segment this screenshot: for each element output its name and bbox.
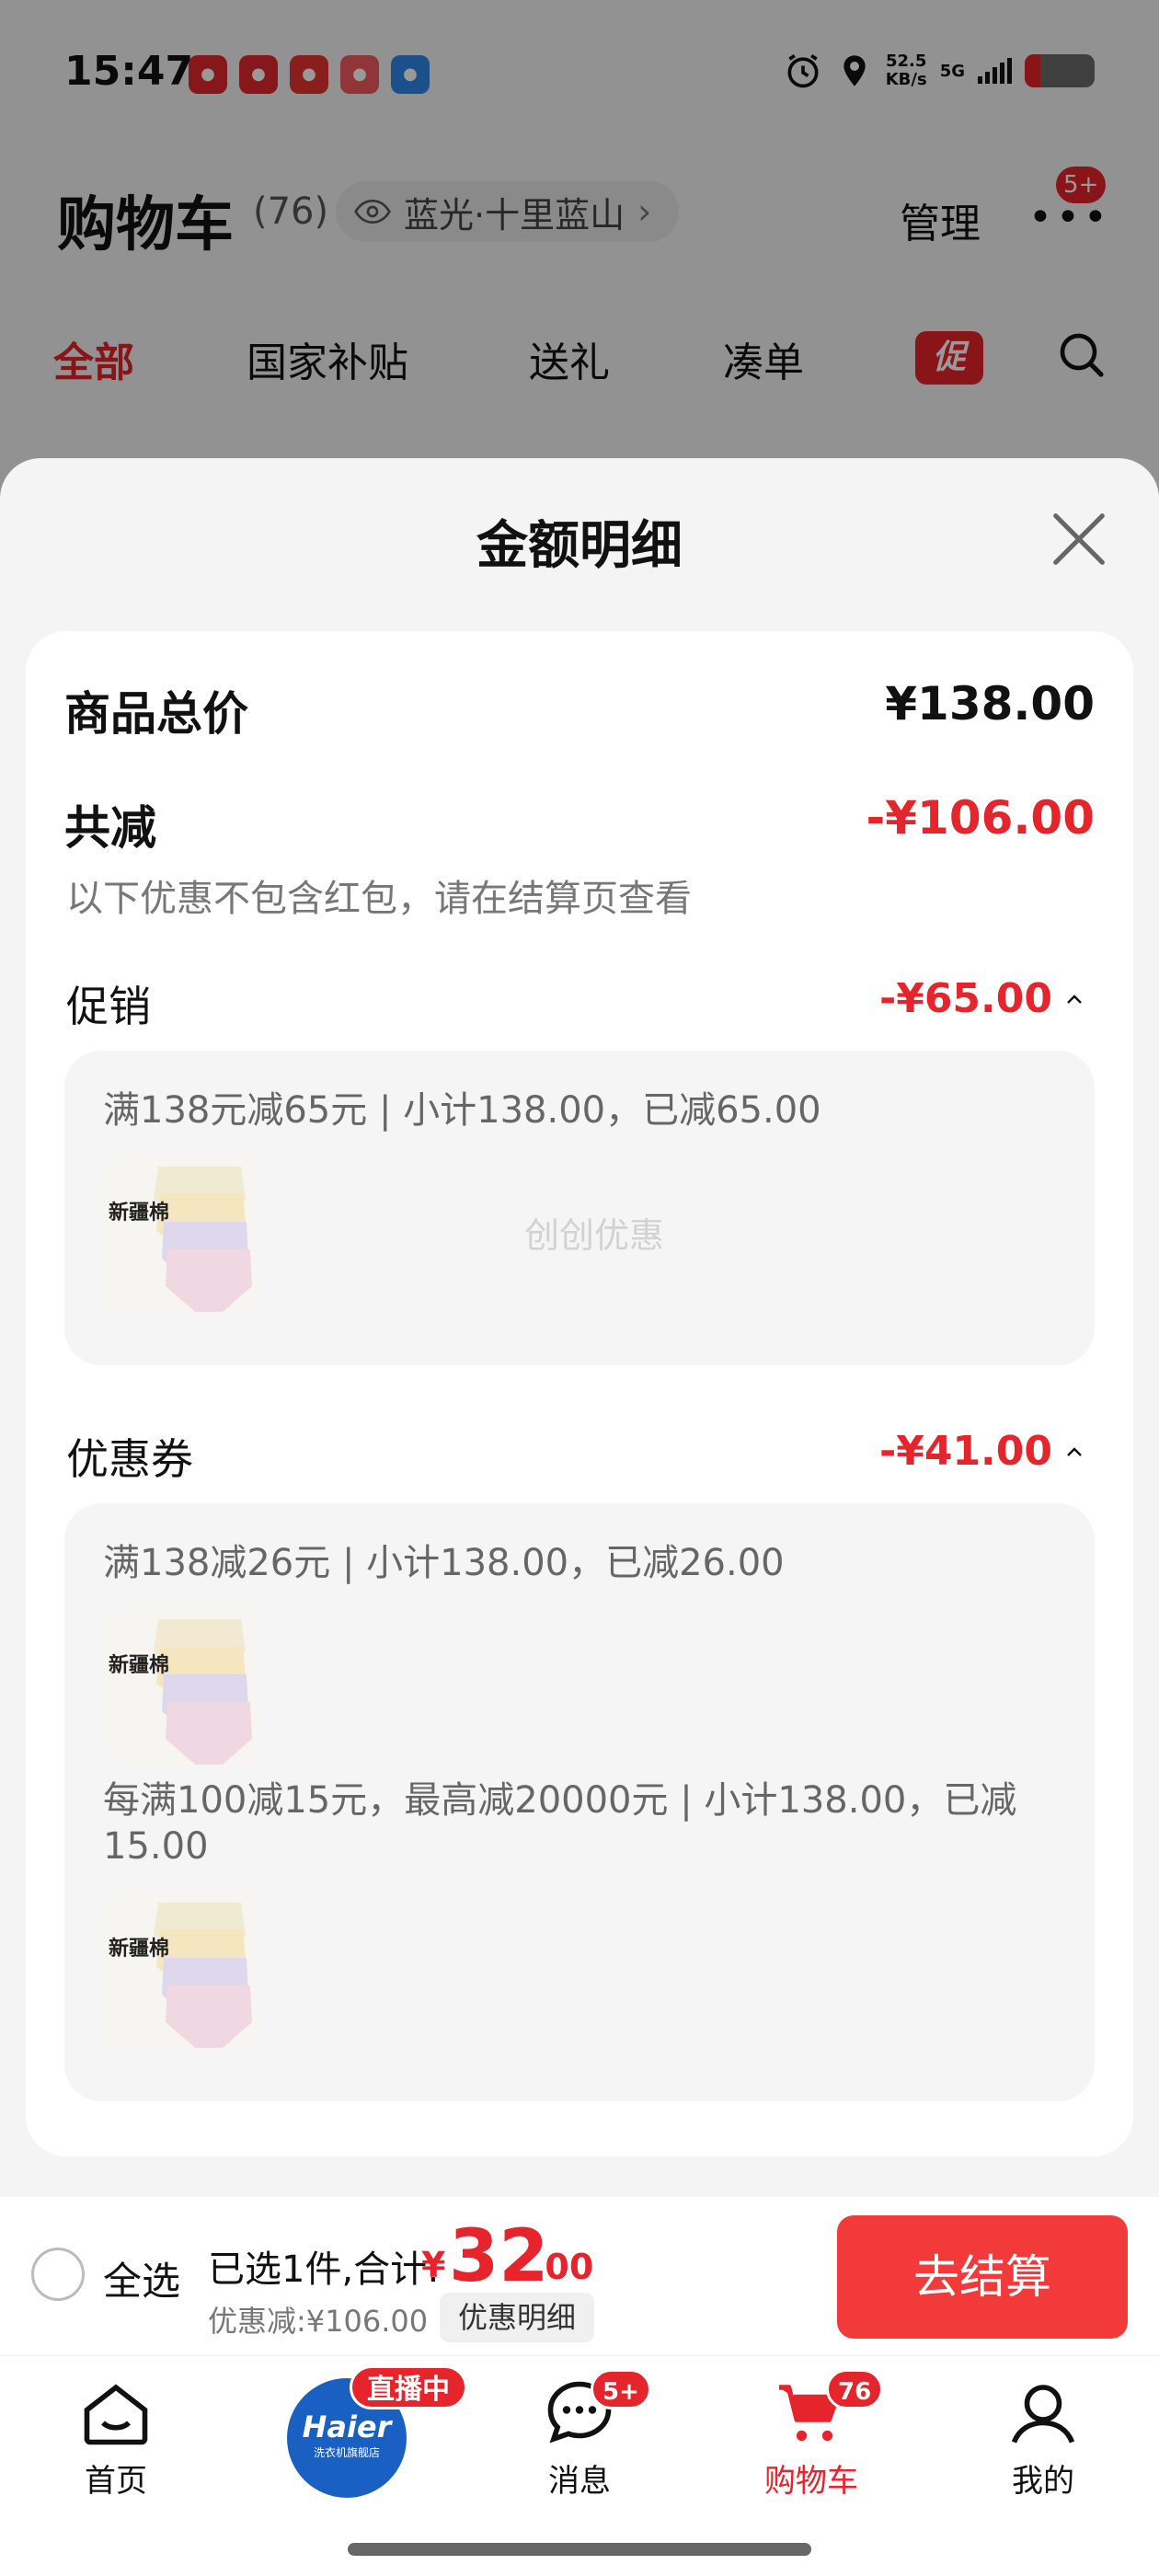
product-thumbnail[interactable]: 新疆棉 <box>103 1157 259 1314</box>
nav-home[interactable]: 首页 <box>33 2375 199 2501</box>
promo-toggle[interactable]: -¥65.00 <box>879 975 1085 1022</box>
nav-me-label: 我的 <box>1012 2463 1074 2500</box>
product-thumbnail[interactable]: 新疆棉 <box>103 1893 259 2050</box>
coupon-amount: -¥41.00 <box>878 1428 1052 1475</box>
checkout-bar: 全选 已选1件,合计: ¥ 32 .00 优惠减:¥106.00 优惠明细 去结… <box>0 2197 1159 2355</box>
coupon-detail-box: 满138减26元 | 小计138.00，已减26.00 新疆棉 每满100减15… <box>64 1503 1095 2101</box>
product-image <box>154 1167 252 1312</box>
nav-home-label: 首页 <box>85 2463 147 2500</box>
coupon-rule-1: 满138减26元 | 小计138.00，已减26.00 <box>103 1542 785 1584</box>
select-all-radio[interactable] <box>31 2248 85 2301</box>
promo-amount: -¥65.00 <box>878 975 1052 1022</box>
total-label: 商品总价 <box>64 687 248 741</box>
messages-badge: 5+ <box>591 2369 651 2409</box>
nav-me[interactable]: 我的 <box>960 2375 1126 2501</box>
promo-detail-box: 满138元减65元 | 小计138.00，已减65.00 新疆棉 创创优惠 <box>64 1051 1095 1365</box>
coupon-toggle[interactable]: -¥41.00 <box>879 1428 1085 1475</box>
discount-detail-button[interactable]: 优惠明细 <box>440 2293 595 2342</box>
live-badge: 直播中 <box>350 2365 467 2409</box>
checkout-button[interactable]: 去结算 <box>837 2215 1128 2339</box>
select-all-label[interactable]: 全选 <box>103 2250 180 2306</box>
watermark: 创创优惠 <box>524 1215 665 1256</box>
coupon-rule-2: 每满100减15元，最高减20000元 | 小计138.00，已减15.00 <box>103 1779 1017 1868</box>
nav-messages-label: 消息 <box>548 2463 611 2500</box>
reduce-value: -¥106.00 <box>866 791 1096 845</box>
nav-cart-label: 购物车 <box>764 2463 858 2500</box>
chevron-up-icon <box>1067 994 1082 1004</box>
promo-label: 促销 <box>66 982 151 1031</box>
home-icon <box>84 2384 148 2445</box>
user-icon <box>1011 2385 1075 2444</box>
price-currency: ¥ <box>421 2245 446 2285</box>
selected-summary: 已选1件,合计: <box>208 2248 440 2291</box>
coupon-label: 优惠券 <box>66 1434 193 1484</box>
home-indicator[interactable] <box>348 2543 811 2556</box>
discount-summary: 优惠减:¥106.00 <box>208 2304 429 2339</box>
reduce-label: 共减 <box>64 801 156 855</box>
reduce-note: 以下优惠不包含红包，请在结算页查看 <box>66 878 692 920</box>
product-thumbnail[interactable]: 新疆棉 <box>103 1610 259 1766</box>
product-image <box>154 1903 252 2048</box>
thumb-label: 新疆棉 <box>109 1654 170 1677</box>
haier-logo: Haier <box>302 2409 392 2444</box>
chevron-up-icon <box>1067 1446 1082 1456</box>
thumb-label: 新疆棉 <box>109 1202 170 1225</box>
sheet-title: 金额明细 <box>476 516 683 576</box>
close-icon[interactable] <box>1044 504 1114 574</box>
price-decimal: .00 <box>532 2247 594 2287</box>
promo-rule: 满138元减65元 | 小计138.00，已减65.00 <box>103 1089 821 1132</box>
haier-shop-label: 洗衣机旗舰店 <box>313 2446 380 2459</box>
thumb-label: 新疆棉 <box>109 1938 170 1961</box>
amount-card: 商品总价 ¥138.00 共减 -¥106.00 以下优惠不包含红包，请在结算页… <box>26 631 1133 2156</box>
product-image <box>154 1619 252 1765</box>
total-value: ¥138.00 <box>885 677 1095 730</box>
cart-badge: 76 <box>826 2369 884 2409</box>
